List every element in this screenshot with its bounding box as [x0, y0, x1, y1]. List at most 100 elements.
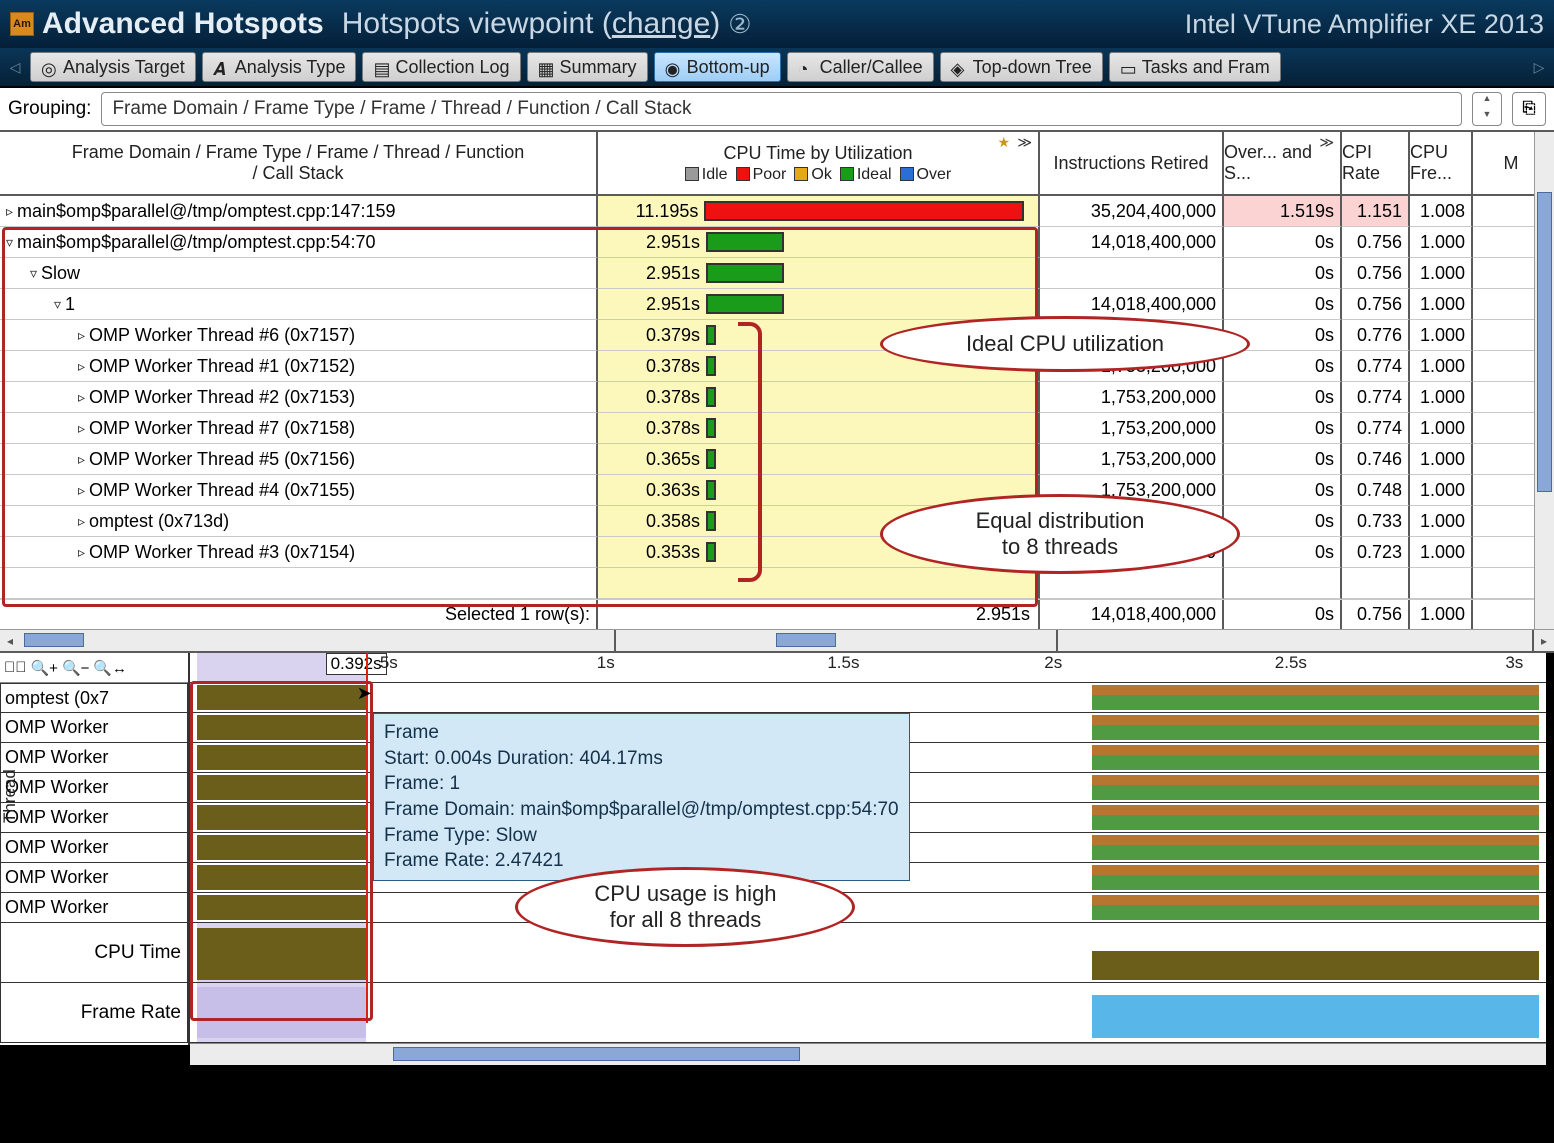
table-row[interactable]: ▹OMP Worker Thread #1 (0x7152)0.378s1,75…: [0, 351, 1554, 382]
tab-top-down-tree[interactable]: ◈Top-down Tree: [940, 52, 1103, 82]
table-row[interactable]: ▹OMP Worker Thread #6 (0x7157)0.379s1,75…: [0, 320, 1554, 351]
zoom-reset-icon[interactable]: 🔍↔: [93, 659, 127, 677]
zoom-fit-icon[interactable]: �⃝: [4, 659, 27, 676]
help-icon[interactable]: ②: [728, 9, 751, 40]
tab-icon: ▭: [1120, 59, 1136, 75]
expand-toggle-icon[interactable]: ▹: [78, 482, 85, 499]
time-value: 0.353s: [646, 542, 700, 562]
tab-collection-log[interactable]: ▤Collection Log: [362, 52, 520, 82]
tab-bottom-up[interactable]: ◉Bottom-up: [654, 52, 781, 82]
side-panel-toggle-button[interactable]: ⎘: [1512, 92, 1546, 126]
cell-instr: 1,753,200,000: [1040, 444, 1224, 475]
cell-cpi: 0.723: [1342, 537, 1410, 568]
callout-equal-line1: Equal distribution: [976, 508, 1145, 534]
timeline-toolbar: �⃝ 🔍+ 🔍− 🔍↔: [0, 653, 188, 683]
tab-scroll-left-icon[interactable]: ◁: [6, 59, 24, 76]
time-value: 0.358s: [646, 511, 700, 531]
expand-icon[interactable]: ≫: [1319, 134, 1334, 151]
col0-line1: Frame Domain / Frame Type / Frame / Thre…: [72, 142, 525, 163]
column-header-instructions[interactable]: Instructions Retired: [1040, 132, 1224, 194]
table-row[interactable]: ▿Slow2.951s0s0.7561.000: [0, 258, 1554, 289]
expand-toggle-icon[interactable]: ▿: [54, 296, 61, 313]
timeline-thread-track[interactable]: [190, 893, 1546, 923]
timeline-thread-label[interactable]: OMP Worker: [0, 773, 188, 803]
table-row[interactable]: ▹OMP Worker Thread #5 (0x7156)0.365s1,75…: [0, 444, 1554, 475]
expand-icon[interactable]: ≫: [1017, 134, 1032, 151]
timeline-thread-track[interactable]: [190, 683, 1546, 713]
timeline-tick: 3s: [1505, 653, 1523, 673]
callout-ideal-text: Ideal CPU utilization: [966, 331, 1164, 357]
expand-toggle-icon[interactable]: ▹: [78, 327, 85, 344]
expand-toggle-icon[interactable]: ▹: [78, 513, 85, 530]
timeline-thread-label[interactable]: OMP Worker: [0, 803, 188, 833]
expand-toggle-icon[interactable]: ▹: [78, 451, 85, 468]
expand-toggle-icon[interactable]: ▹: [6, 203, 13, 220]
cell-cpi: 1.151: [1342, 196, 1410, 227]
cell-name: ▹OMP Worker Thread #5 (0x7156): [0, 444, 598, 475]
timeline-thread-label[interactable]: OMP Worker: [0, 863, 188, 893]
tab-caller-callee[interactable]: ◔Caller/Callee: [787, 52, 934, 82]
timeline-ruler[interactable]: 0.392s 5s1s1.5s2s2.5s3s: [190, 653, 1546, 683]
grid-hscroll[interactable]: ◂ ▸: [0, 629, 1554, 651]
row-name-text: main$omp$parallel@/tmp/omptest.cpp:147:1…: [17, 201, 395, 222]
track-segment: [197, 745, 367, 770]
grid-body: ▹main$omp$parallel@/tmp/omptest.cpp:147:…: [0, 196, 1554, 599]
timeline-hscroll[interactable]: [190, 1043, 1546, 1065]
column-header-cpi[interactable]: CPI Rate: [1342, 132, 1410, 194]
cell-cpi: 0.774: [1342, 351, 1410, 382]
column-header-callstack[interactable]: Frame Domain / Frame Type / Frame / Thre…: [0, 132, 598, 194]
cell-cpi: 0.776: [1342, 320, 1410, 351]
expand-toggle-icon[interactable]: ▿: [30, 265, 37, 282]
timeline-main[interactable]: 0.392s 5s1s1.5s2s2.5s3s ➤ Frame Start: 0…: [190, 653, 1554, 1045]
track-segment: [197, 835, 367, 860]
timeline-thread-label[interactable]: omptest (0x7: [0, 683, 188, 713]
tooltip-line2: Start: 0.004s Duration: 404.17ms: [384, 746, 899, 772]
grouping-label: Grouping:: [8, 98, 91, 120]
column-header-cpufreq[interactable]: CPU Fre...: [1410, 132, 1473, 194]
expand-toggle-icon[interactable]: ▹: [78, 358, 85, 375]
cell-name: ▹main$omp$parallel@/tmp/omptest.cpp:147:…: [0, 196, 598, 227]
grouping-spinner[interactable]: ▲▼: [1472, 92, 1502, 126]
table-row[interactable]: ▹omptest (0x713d)0.358s1,753,200,0000s0.…: [0, 506, 1554, 537]
grid-vscroll[interactable]: [1534, 132, 1554, 629]
annotation-bracket: [738, 322, 762, 582]
zoom-in-icon[interactable]: 🔍+: [31, 659, 58, 677]
star-icon[interactable]: ★: [997, 134, 1010, 151]
timeline-marker[interactable]: 0.392s: [326, 653, 387, 675]
row-name-text: OMP Worker Thread #2 (0x7153): [89, 387, 355, 408]
grid-header: Frame Domain / Frame Type / Frame / Thre…: [0, 132, 1554, 196]
expand-toggle-icon[interactable]: ▹: [78, 420, 85, 437]
column-header-overhead[interactable]: Over... and S...≫: [1224, 132, 1342, 194]
table-row[interactable]: ▹OMP Worker Thread #3 (0x7154)0.353s1,75…: [0, 537, 1554, 568]
row-name-text: omptest (0x713d): [89, 511, 229, 532]
table-row[interactable]: ▿12.951s14,018,400,0000s0.7561.000: [0, 289, 1554, 320]
column-header-cputime[interactable]: CPU Time by Utilization ★ ≫ IdlePoorOkId…: [598, 132, 1040, 194]
table-row[interactable]: ▿main$omp$parallel@/tmp/omptest.cpp:54:7…: [0, 227, 1554, 258]
tab-tasks-and-fram[interactable]: ▭Tasks and Fram: [1109, 52, 1281, 82]
cell-over: 0s: [1224, 227, 1342, 258]
timeline-thread-label[interactable]: OMP Worker: [0, 833, 188, 863]
cell-cpi: 0.748: [1342, 475, 1410, 506]
tab-scroll-right-icon[interactable]: ▷: [1530, 59, 1548, 76]
tab-analysis-type[interactable]: 𝑨Analysis Type: [202, 52, 357, 82]
timeline-thread-label[interactable]: OMP Worker: [0, 713, 188, 743]
cell-fre: 1.000: [1410, 382, 1473, 413]
time-value: 0.378s: [646, 418, 700, 438]
timeline-cursor-line: [366, 653, 368, 1023]
table-row[interactable]: ▹OMP Worker Thread #7 (0x7158)0.378s1,75…: [0, 413, 1554, 444]
tab-summary[interactable]: ▦Summary: [527, 52, 648, 82]
grouping-combo[interactable]: Frame Domain / Frame Type / Frame / Thre…: [101, 92, 1462, 126]
track-segment: [197, 685, 367, 710]
table-row[interactable]: ▹main$omp$parallel@/tmp/omptest.cpp:147:…: [0, 196, 1554, 227]
expand-toggle-icon[interactable]: ▹: [78, 389, 85, 406]
timeline-thread-label[interactable]: OMP Worker: [0, 743, 188, 773]
expand-toggle-icon[interactable]: ▹: [78, 544, 85, 561]
timeline-thread-label[interactable]: OMP Worker: [0, 893, 188, 923]
selected-time: 2.951s: [960, 604, 1030, 625]
table-row[interactable]: ▹OMP Worker Thread #4 (0x7155)0.363s1,75…: [0, 475, 1554, 506]
expand-toggle-icon[interactable]: ▿: [6, 234, 13, 251]
zoom-out-icon[interactable]: 🔍−: [62, 659, 89, 677]
change-viewpoint-link[interactable]: change: [612, 7, 710, 40]
table-row[interactable]: ▹OMP Worker Thread #2 (0x7153)0.378s1,75…: [0, 382, 1554, 413]
tab-analysis-target[interactable]: ◎Analysis Target: [30, 52, 196, 82]
